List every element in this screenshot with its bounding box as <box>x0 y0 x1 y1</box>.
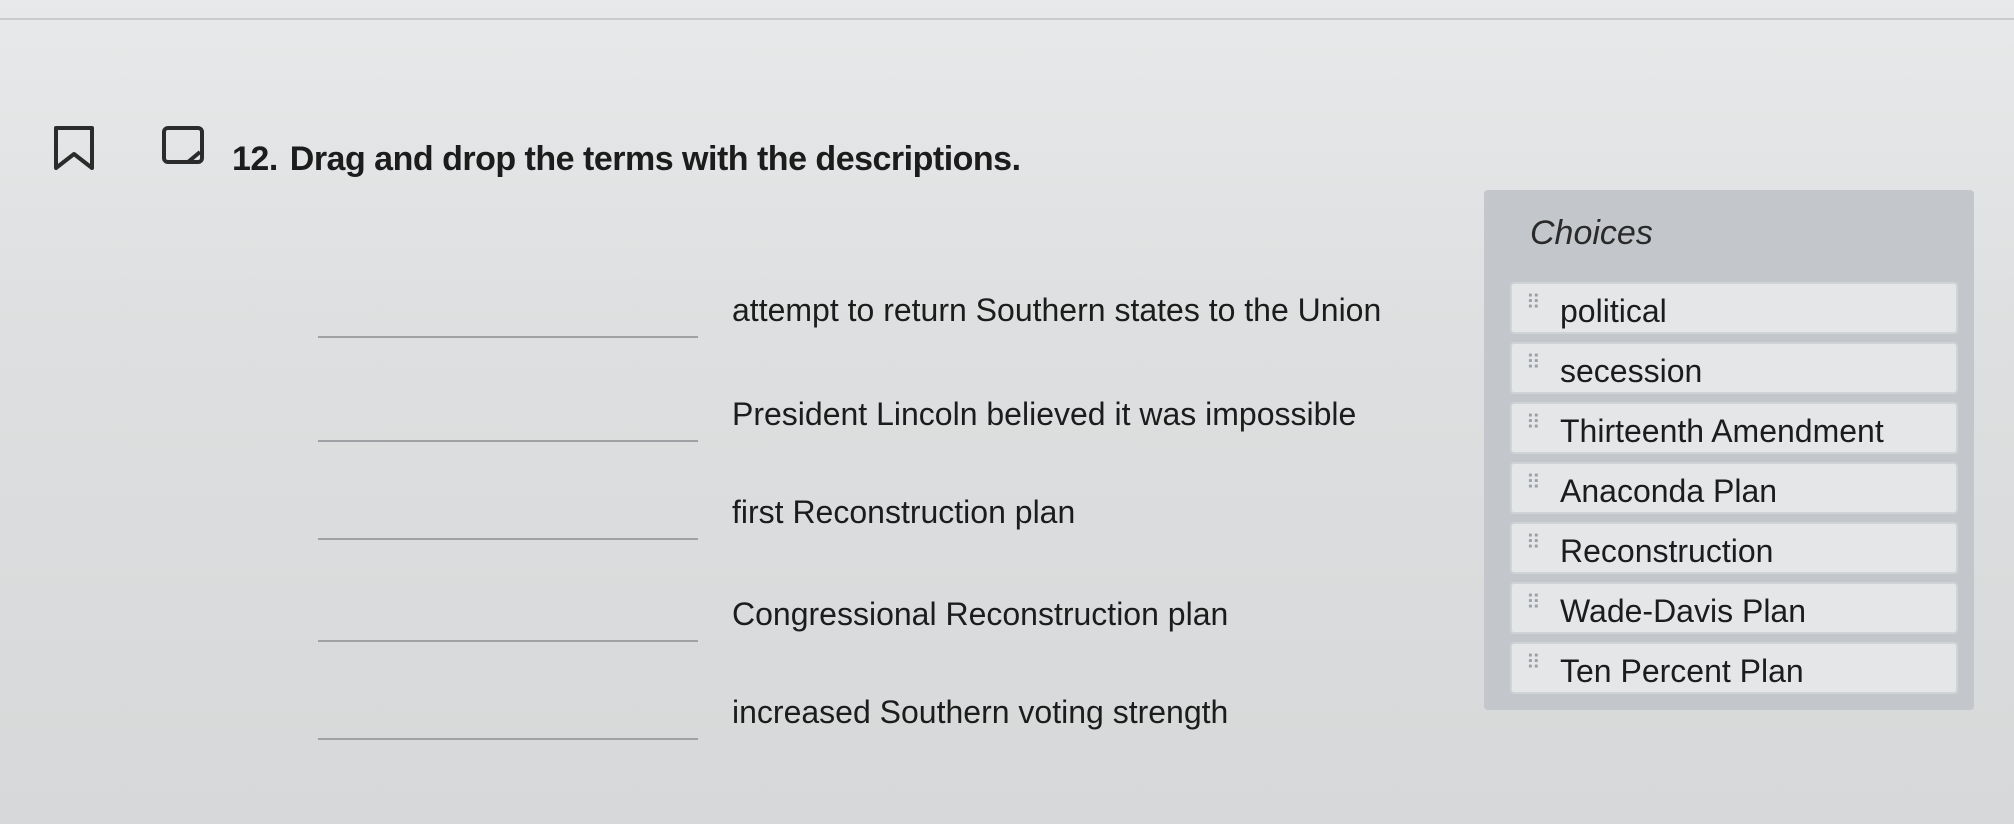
drop-zone[interactable] <box>318 534 698 540</box>
choice-chip[interactable]: ⠿ secession <box>1510 342 1958 394</box>
description-text: President Lincoln believed it was imposs… <box>732 396 1357 432</box>
choice-chip[interactable]: ⠿ Reconstruction <box>1510 522 1958 574</box>
choice-chip[interactable]: ⠿ Wade-Davis Plan <box>1510 582 1958 634</box>
question-prompt: Drag and drop the terms with the descrip… <box>289 140 1021 178</box>
drop-zone[interactable] <box>318 436 698 442</box>
drag-handle-icon: ⠿ <box>1526 652 1541 674</box>
drag-handle-icon: ⠿ <box>1526 532 1541 554</box>
match-row: attempt to return Southern states to the… <box>0 292 1480 372</box>
choice-label: secession <box>1560 353 1703 389</box>
question-number: 12. <box>232 140 278 178</box>
description-text: first Reconstruction plan <box>732 494 1076 530</box>
question-title: 12. Drag and drop the terms with the desc… <box>232 140 1021 179</box>
choice-label: Thirteenth Amendment <box>1560 413 1884 449</box>
flag-icon[interactable] <box>160 124 208 177</box>
drop-zone[interactable] <box>318 734 698 740</box>
drag-handle-icon: ⠿ <box>1526 412 1541 434</box>
choice-label: Reconstruction <box>1560 533 1774 569</box>
drag-handle-icon: ⠿ <box>1526 472 1541 494</box>
description-text: Congressional Reconstruction plan <box>732 596 1229 632</box>
choice-label: Wade-Davis Plan <box>1560 593 1807 629</box>
bookmark-icon[interactable] <box>52 124 96 177</box>
match-row: increased Southern voting strength <box>0 694 1480 774</box>
divider <box>0 18 2014 20</box>
choice-chip[interactable]: ⠿ political <box>1510 282 1958 334</box>
drag-handle-icon: ⠿ <box>1526 592 1541 614</box>
choices-panel: Choices ⠿ political ⠿ secession ⠿ Thirte… <box>1484 190 1974 710</box>
match-row: Congressional Reconstruction plan <box>0 596 1480 676</box>
choice-label: Ten Percent Plan <box>1560 653 1804 689</box>
choice-chip[interactable]: ⠿ Thirteenth Amendment <box>1510 402 1958 454</box>
drag-handle-icon: ⠿ <box>1526 292 1541 314</box>
question-page: 12. Drag and drop the terms with the desc… <box>0 0 2014 824</box>
choice-label: political <box>1560 293 1667 329</box>
choice-chip[interactable]: ⠿ Ten Percent Plan <box>1510 642 1958 694</box>
choices-title: Choices <box>1530 214 1653 252</box>
match-row: President Lincoln believed it was imposs… <box>0 396 1480 476</box>
drop-zone[interactable] <box>318 636 698 642</box>
description-text: increased Southern voting strength <box>732 694 1229 730</box>
match-row: first Reconstruction plan <box>0 494 1480 574</box>
choice-chip[interactable]: ⠿ Anaconda Plan <box>1510 462 1958 514</box>
choice-label: Anaconda Plan <box>1560 473 1778 509</box>
drop-zone[interactable] <box>318 332 698 338</box>
drag-handle-icon: ⠿ <box>1526 352 1541 374</box>
description-text: attempt to return Southern states to the… <box>732 292 1382 328</box>
